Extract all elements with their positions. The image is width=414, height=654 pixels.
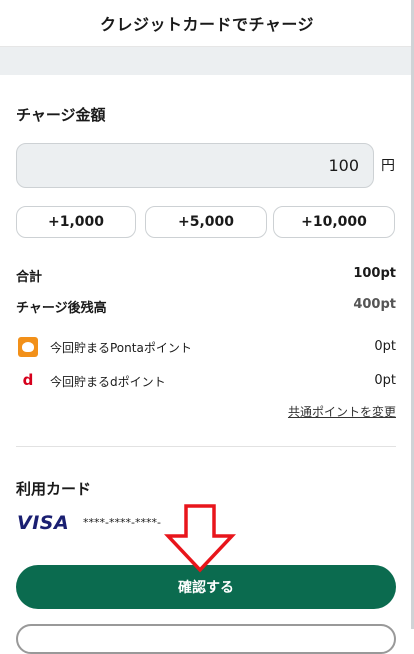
charge-amount-title: チャージ金額	[16, 106, 106, 124]
total-value: 100pt	[353, 266, 396, 281]
page-title: クレジットカードでチャージ	[99, 15, 315, 34]
payment-card-title: 利用カード	[16, 480, 92, 498]
total-label: 合計	[16, 270, 43, 285]
dpoint-points-value: 0pt	[374, 373, 396, 388]
visa-logo: VISA	[17, 512, 70, 534]
add-10000-button[interactable]: +10,000	[273, 206, 395, 238]
currency-unit: 円	[381, 158, 395, 174]
card-number: ****-****-****-	[83, 516, 161, 529]
ponta-icon	[18, 337, 38, 357]
dpoint-icon: d	[18, 370, 38, 390]
charge-amount-value: 100	[328, 156, 359, 175]
section-divider	[16, 446, 396, 447]
change-common-points-link[interactable]: 共通ポイントを変更	[288, 403, 396, 420]
section-spacer	[0, 47, 414, 75]
ponta-points-label: 今回貯まるPontaポイント	[50, 341, 192, 355]
balance-after-label: チャージ後残高	[16, 301, 107, 316]
ponta-face-icon	[22, 342, 34, 352]
add-5000-button[interactable]: +5,000	[145, 206, 267, 238]
ponta-points-value: 0pt	[374, 339, 396, 354]
header-bar: クレジットカードでチャージ	[0, 0, 414, 47]
balance-after-value: 400pt	[353, 297, 396, 312]
add-1000-button[interactable]: +1,000	[16, 206, 136, 238]
dpoint-points-label: 今回貯まるdポイント	[50, 375, 166, 389]
red-down-arrow-icon	[164, 504, 236, 573]
charge-amount-input[interactable]: 100	[16, 143, 374, 188]
